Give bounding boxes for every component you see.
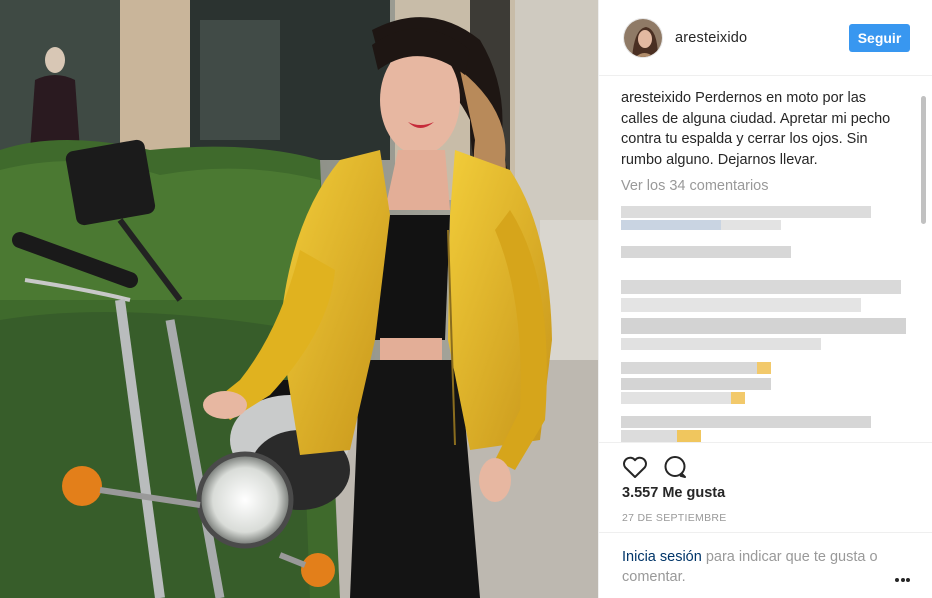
blurred-comment-row bbox=[621, 246, 791, 258]
post-header: aresteixido Seguir bbox=[599, 0, 932, 76]
avatar-image bbox=[624, 19, 662, 57]
comments-section: aresteixido Perdernos en moto por las ca… bbox=[621, 88, 921, 442]
blurred-comment-row bbox=[757, 362, 771, 374]
view-comments-link[interactable]: Ver los 34 comentarios bbox=[621, 176, 921, 196]
caption-username[interactable]: aresteixido bbox=[621, 90, 691, 106]
login-prompt-text: Inicia sesión para indicar que te gusta … bbox=[622, 547, 892, 587]
post-details-panel: aresteixido Seguir aresteixido Perdernos… bbox=[598, 0, 932, 598]
blurred-comment-row bbox=[677, 430, 701, 442]
post-date: 27 DE SEPTIEMBRE bbox=[622, 512, 727, 524]
login-prompt: Inicia sesión para indicar que te gusta … bbox=[599, 532, 932, 598]
comments-scrollbar[interactable] bbox=[918, 86, 928, 442]
header-username[interactable]: aresteixido bbox=[675, 30, 747, 46]
blurred-comment-row bbox=[621, 206, 871, 218]
blurred-comment-row bbox=[721, 220, 781, 230]
heart-outline-icon[interactable] bbox=[621, 453, 649, 481]
blurred-comment-row bbox=[621, 318, 906, 334]
follow-button[interactable]: Seguir bbox=[849, 24, 910, 52]
speech-bubble-icon[interactable] bbox=[661, 453, 689, 481]
blurred-comment-row bbox=[621, 392, 731, 404]
blurred-comment-row bbox=[731, 392, 745, 404]
scrollbar-thumb[interactable] bbox=[921, 96, 926, 224]
blurred-comment-row bbox=[621, 298, 861, 312]
caption: aresteixido Perdernos en moto por las ca… bbox=[621, 88, 906, 170]
like-count[interactable]: 3.557 Me gusta bbox=[622, 485, 725, 501]
avatar[interactable] bbox=[623, 18, 663, 58]
blurred-comment-row bbox=[621, 220, 721, 230]
blurred-comment-row bbox=[621, 378, 771, 390]
post-photo-illustration bbox=[0, 0, 598, 598]
blurred-comment-row bbox=[621, 416, 871, 428]
post-photo[interactable] bbox=[0, 0, 598, 598]
blurred-comments bbox=[621, 202, 911, 442]
blurred-comment-row bbox=[621, 280, 901, 294]
blurred-comment-row bbox=[621, 338, 821, 350]
login-link[interactable]: Inicia sesión bbox=[622, 549, 702, 565]
ellipsis-icon[interactable] bbox=[895, 569, 915, 582]
blurred-comment-row bbox=[621, 362, 771, 374]
